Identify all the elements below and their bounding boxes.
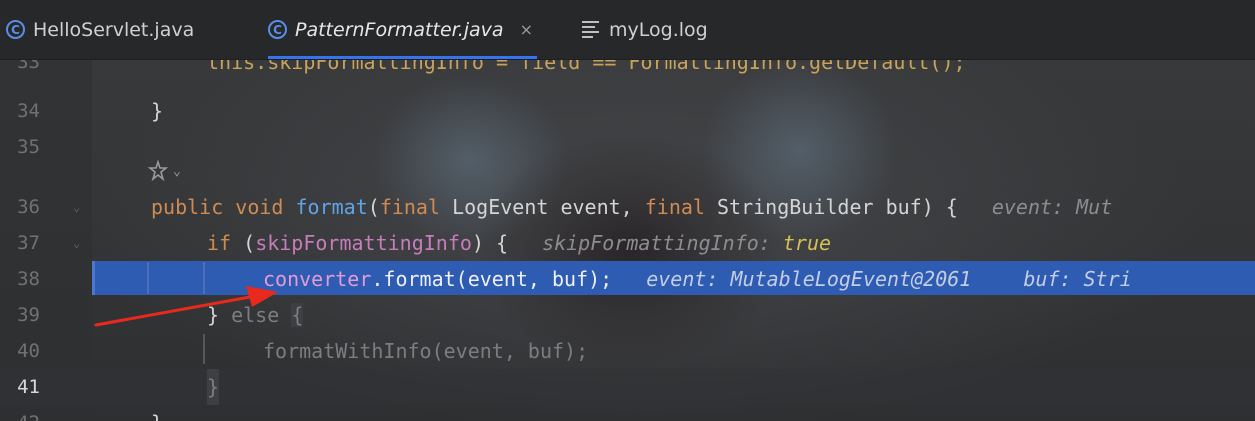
annotation-arrow xyxy=(94,286,278,327)
